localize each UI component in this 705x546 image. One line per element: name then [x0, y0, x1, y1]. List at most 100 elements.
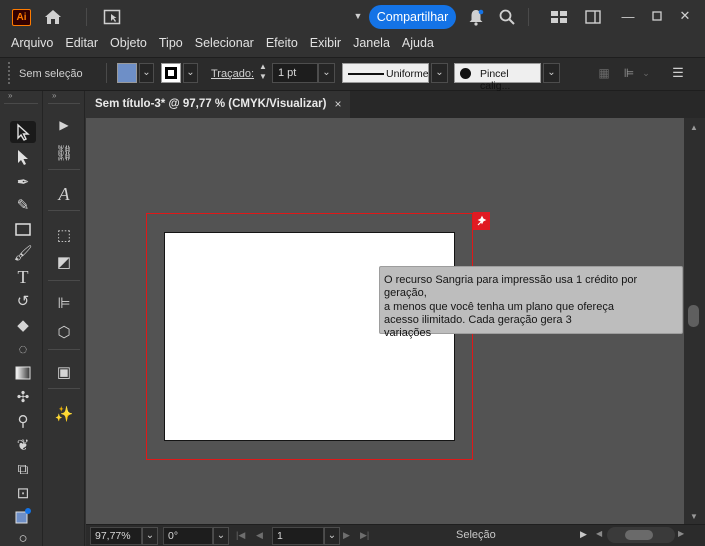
menu-editar[interactable]: Editar — [59, 36, 104, 50]
control-bar-grip[interactable] — [8, 62, 10, 84]
scroll-right-icon[interactable]: ▶ — [678, 529, 684, 538]
menu-exibir[interactable]: Exibir — [304, 36, 347, 50]
current-tool-status: Seleção — [456, 529, 496, 541]
zoom-tool-icon[interactable]: ○ — [10, 527, 36, 546]
arrange-documents-icon[interactable] — [101, 7, 123, 27]
panel-collapse-icon[interactable]: » — [44, 91, 84, 101]
maximize-icon[interactable] — [646, 6, 668, 26]
transform-panel-icon[interactable]: ⬚ — [51, 224, 77, 246]
mesh-tool-icon[interactable]: ✣ — [10, 386, 36, 408]
rotate-tool-icon[interactable]: ↺ — [10, 290, 36, 312]
align-panel-icon[interactable]: ⊫ — [51, 292, 77, 314]
brush-chevron-icon[interactable]: ⌄ — [543, 63, 560, 83]
paintbrush-tool-icon[interactable]: 🖌 — [10, 242, 36, 264]
notification-bell-icon[interactable] — [466, 7, 486, 27]
align-grid-icon[interactable]: ▦ — [596, 65, 612, 81]
zoom-chevron-icon[interactable]: ⌄ — [142, 527, 158, 545]
stroke-weight-stepper[interactable]: ▲ ▼ — [256, 62, 270, 84]
previous-artboard-icon[interactable]: ◀ — [256, 530, 263, 541]
home-icon[interactable] — [42, 7, 64, 27]
puppet-warp-tool-icon[interactable]: ❦ — [10, 434, 36, 456]
stroke-label[interactable]: Traçado: — [211, 68, 254, 80]
panel-rule — [48, 210, 80, 211]
status-menu-arrow-icon[interactable]: ▶ — [580, 529, 587, 540]
eraser-tool-icon[interactable]: ◆ — [10, 314, 36, 336]
eyedropper-tool-icon[interactable]: ⚲ — [10, 410, 36, 432]
type-tool-icon[interactable]: T — [10, 266, 36, 288]
next-artboard-icon[interactable]: ▶ — [343, 530, 350, 541]
pathfinder-panel-icon[interactable]: ◩ — [51, 251, 77, 273]
stroke-profile-chevron-icon[interactable]: ⌄ — [431, 63, 448, 83]
align-chevron-icon[interactable]: ⌄ — [640, 66, 652, 80]
selection-tool-icon[interactable] — [10, 121, 36, 143]
artboard-number-field[interactable]: 1 — [272, 527, 324, 545]
stroke-profile-dropdown[interactable]: Uniforme — [342, 63, 429, 83]
shape-builder-tool-icon[interactable]: ⧉ — [10, 458, 36, 480]
properties-panel-icon[interactable]: ▣ — [51, 361, 77, 383]
workspace-switcher-icon[interactable] — [548, 9, 570, 25]
menu-bar: Arquivo Editar Objeto Tipo Selecionar Ef… — [0, 33, 705, 53]
chevron-down-icon[interactable]: ▼ — [352, 9, 364, 23]
fill-dropdown-chevron-icon[interactable]: ⌄ — [139, 63, 154, 83]
stroke-weight-chevron-icon[interactable]: ⌄ — [318, 63, 335, 83]
generative-magic-icon[interactable]: ✨ — [51, 403, 77, 425]
fill-stroke-swap-icon[interactable] — [10, 505, 36, 527]
menu-efeito[interactable]: Efeito — [260, 36, 304, 50]
scroll-left-icon[interactable]: ◀ — [596, 529, 602, 538]
pen-tool-icon[interactable]: ✒ — [10, 171, 36, 193]
link-icon[interactable]: ⛓ — [51, 142, 77, 164]
curvature-tool-icon[interactable]: ✎ — [10, 194, 36, 216]
panel-rule — [48, 349, 80, 350]
panel-collapse-icon[interactable]: » — [0, 91, 42, 101]
menu-selecionar[interactable]: Selecionar — [189, 36, 260, 50]
control-divider — [106, 63, 107, 83]
rotation-field[interactable]: 0° — [163, 527, 213, 545]
align-objects-icon[interactable]: ⊫ — [620, 65, 638, 81]
stroke-profile-line-icon — [348, 73, 384, 75]
zoom-field[interactable]: 97,77% — [90, 527, 142, 545]
lasso-tool-icon[interactable]: ◌ — [10, 338, 36, 360]
menu-objeto[interactable]: Objeto — [104, 36, 153, 50]
panel-menu-icon[interactable]: ☰ — [668, 64, 688, 82]
horizontal-scroll-thumb[interactable] — [625, 530, 653, 540]
close-tab-icon[interactable]: × — [330, 91, 346, 118]
scroll-up-icon[interactable]: ▲ — [686, 121, 702, 133]
search-icon[interactable] — [497, 7, 517, 27]
direct-selection-tool-icon[interactable] — [10, 146, 36, 168]
menu-janela[interactable]: Janela — [347, 36, 396, 50]
character-panel-icon[interactable]: A — [51, 183, 77, 205]
brush-dropdown[interactable]: Pincel calig... — [454, 63, 541, 92]
menu-arquivo[interactable]: Arquivo — [5, 36, 59, 50]
rectangle-tool-icon[interactable] — [10, 218, 36, 240]
first-artboard-icon[interactable]: |◀ — [236, 530, 245, 541]
panel-toggle-icon[interactable] — [584, 9, 602, 25]
artboard-chevron-icon[interactable]: ⌄ — [324, 527, 340, 545]
horizontal-scrollbar[interactable] — [607, 527, 675, 543]
rotation-chevron-icon[interactable]: ⌄ — [213, 527, 229, 545]
fill-color-swatch[interactable] — [117, 63, 137, 83]
menu-ajuda[interactable]: Ajuda — [396, 36, 440, 50]
close-window-icon[interactable]: ✕ — [674, 6, 696, 26]
title-divider — [528, 8, 529, 26]
share-button[interactable]: Compartilhar — [369, 5, 456, 29]
stroke-color-swatch[interactable] — [161, 63, 181, 83]
minimize-icon[interactable]: — — [617, 6, 639, 26]
artboard-tool-icon[interactable]: ⊡ — [10, 482, 36, 504]
panel-rule — [48, 280, 80, 281]
app-logo: Ai — [12, 9, 31, 26]
panel-rule — [4, 103, 38, 104]
stroke-weight-field[interactable]: 1 pt — [272, 63, 318, 83]
tools-panel: » ✒ ✎ 🖌 T ↺ ◆ ◌ ✣ ⚲ ❦ ⧉ ⊡ ○ — [0, 91, 43, 546]
document-tab[interactable]: Sem título-3* @ 97,77 % (CMYK/Visualizar… — [86, 91, 350, 118]
panel-rule — [48, 103, 80, 104]
generative-bleed-icon[interactable] — [473, 212, 490, 230]
menu-tipo[interactable]: Tipo — [153, 36, 189, 50]
brush-dot-icon — [460, 68, 471, 79]
last-artboard-icon[interactable]: ▶| — [360, 530, 369, 541]
scroll-down-icon[interactable]: ▼ — [686, 510, 702, 522]
play-action-icon[interactable]: ▶ — [51, 114, 77, 136]
gradient-tool-icon[interactable] — [10, 362, 36, 384]
vertical-scroll-thumb[interactable] — [688, 305, 699, 327]
3d-materials-icon[interactable]: ⬡ — [51, 321, 77, 343]
stroke-dropdown-chevron-icon[interactable]: ⌄ — [183, 63, 198, 83]
